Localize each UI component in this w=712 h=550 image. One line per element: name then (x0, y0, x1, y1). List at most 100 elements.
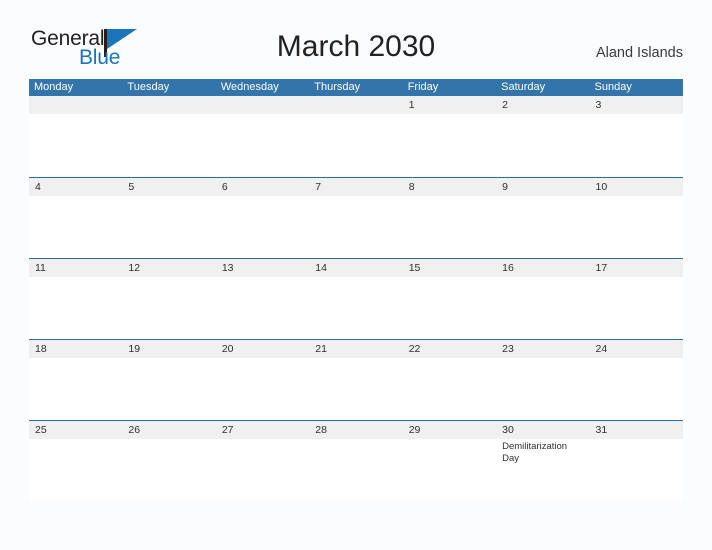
weekday-header-thursday: Thursday (314, 81, 361, 93)
day-number-band (215, 96, 310, 114)
day-number: 4 (35, 181, 41, 193)
calendar-day-cell[interactable]: 17 (589, 259, 683, 339)
calendar-day-cell-empty[interactable] (215, 96, 310, 177)
day-number-band: 15 (402, 259, 497, 277)
day-number-band (122, 96, 216, 114)
calendar-day-cell-empty[interactable] (29, 96, 123, 177)
calendar-week-row: 11 12 13 14 15 16 17 (29, 258, 683, 339)
day-events (590, 358, 683, 360)
calendar-day-cell[interactable]: 23 (496, 340, 590, 420)
day-events (496, 196, 589, 198)
calendar-day-cell[interactable]: 11 (29, 259, 123, 339)
calendar-day-cell[interactable]: 1 (402, 96, 497, 177)
day-events (309, 358, 402, 360)
weekday-header-monday: Monday (34, 81, 74, 93)
calendar-day-cell-empty[interactable] (309, 96, 403, 177)
day-number: 22 (408, 343, 421, 355)
day-number-band: 13 (215, 259, 310, 277)
day-events (216, 277, 309, 279)
calendar-day-cell[interactable]: 12 (122, 259, 216, 339)
weekday-header-friday: Friday (407, 81, 439, 93)
calendar-day-cell[interactable]: 30 Demilitarization Day (496, 421, 590, 501)
day-number-band: 9 (496, 178, 590, 196)
calendar-day-cell[interactable]: 27 (215, 421, 310, 501)
calendar-day-cell[interactable]: 22 (402, 340, 497, 420)
calendar-day-cell[interactable]: 5 (122, 178, 216, 258)
day-number-band: 1 (402, 96, 497, 114)
calendar-day-cell[interactable]: 15 (402, 259, 497, 339)
day-number: 7 (315, 181, 322, 193)
calendar-day-cell[interactable]: 2 (496, 96, 590, 177)
calendar-day-cell-empty[interactable] (122, 96, 216, 177)
calendar-grid: Monday Tuesday Wednesday Thursday Friday… (29, 79, 683, 501)
day-number: 21 (315, 343, 327, 355)
calendar-day-cell[interactable]: 19 (122, 340, 216, 420)
calendar-day-cell[interactable]: 25 (29, 421, 123, 501)
day-number-band: 6 (215, 178, 310, 196)
day-number: 13 (221, 262, 234, 274)
day-number: 27 (221, 424, 234, 436)
day-number: 5 (128, 181, 135, 193)
day-number: 15 (408, 262, 421, 274)
day-number-band: 11 (29, 259, 123, 277)
calendar-day-cell[interactable]: 26 (122, 421, 216, 501)
calendar-day-cell[interactable]: 3 (589, 96, 683, 177)
weekday-header-row: Monday Tuesday Wednesday Thursday Friday… (29, 79, 683, 96)
calendar-day-cell[interactable]: 13 (215, 259, 310, 339)
calendar-day-cell[interactable]: 7 (309, 178, 403, 258)
day-number: 28 (315, 424, 327, 436)
calendar-day-cell[interactable]: 6 (215, 178, 310, 258)
calendar-day-cell[interactable]: 8 (402, 178, 497, 258)
calendar-day-cell[interactable]: 9 (496, 178, 590, 258)
day-number: 29 (408, 424, 421, 436)
day-number-band (29, 96, 123, 114)
day-number: 11 (35, 262, 46, 274)
day-number-band: 27 (215, 421, 310, 439)
day-events: Demilitarization Day (496, 439, 589, 464)
day-events (29, 196, 122, 198)
calendar-day-cell[interactable]: 18 (29, 340, 123, 420)
calendar-day-cell[interactable]: 24 (589, 340, 683, 420)
day-events (496, 358, 589, 360)
calendar-week-row: 25 26 27 28 29 30 Demilitarization Day 31 (29, 420, 683, 501)
calendar-day-cell[interactable]: 20 (215, 340, 310, 420)
weekday-header-tuesday: Tuesday (127, 81, 170, 93)
day-number-band: 18 (29, 340, 123, 358)
calendar-week-row: 1 2 3 (29, 96, 683, 177)
day-events (403, 358, 496, 360)
day-events (29, 439, 122, 441)
day-events (403, 277, 496, 279)
day-number-band: 17 (589, 259, 683, 277)
calendar-day-cell[interactable]: 29 (402, 421, 497, 501)
calendar-day-cell[interactable]: 21 (309, 340, 403, 420)
day-number-band: 24 (589, 340, 683, 358)
day-number-band: 19 (122, 340, 216, 358)
calendar-day-cell[interactable]: 16 (496, 259, 590, 339)
calendar-day-cell[interactable]: 4 (29, 178, 123, 258)
day-number-band: 7 (309, 178, 403, 196)
day-events (590, 196, 683, 198)
day-number-band: 25 (29, 421, 123, 439)
day-number: 3 (595, 99, 602, 111)
day-number-band: 20 (215, 340, 310, 358)
day-number: 17 (595, 262, 608, 274)
day-number: 14 (315, 262, 327, 274)
day-events (403, 439, 496, 441)
day-number-band: 26 (122, 421, 216, 439)
calendar-day-cell[interactable]: 10 (589, 178, 683, 258)
day-number: 1 (408, 99, 415, 111)
day-number-band: 31 (589, 421, 683, 439)
day-events (122, 439, 215, 441)
day-number-band (309, 96, 403, 114)
day-events (309, 114, 402, 116)
day-number: 24 (595, 343, 608, 355)
calendar-day-cell[interactable]: 31 (589, 421, 683, 501)
day-number: 26 (128, 424, 141, 436)
day-number-band: 28 (309, 421, 403, 439)
day-events (309, 196, 402, 198)
calendar-day-cell[interactable]: 28 (309, 421, 403, 501)
day-number: 10 (595, 181, 608, 193)
day-number-band: 21 (309, 340, 403, 358)
calendar-day-cell[interactable]: 14 (309, 259, 403, 339)
day-number-band: 16 (496, 259, 590, 277)
